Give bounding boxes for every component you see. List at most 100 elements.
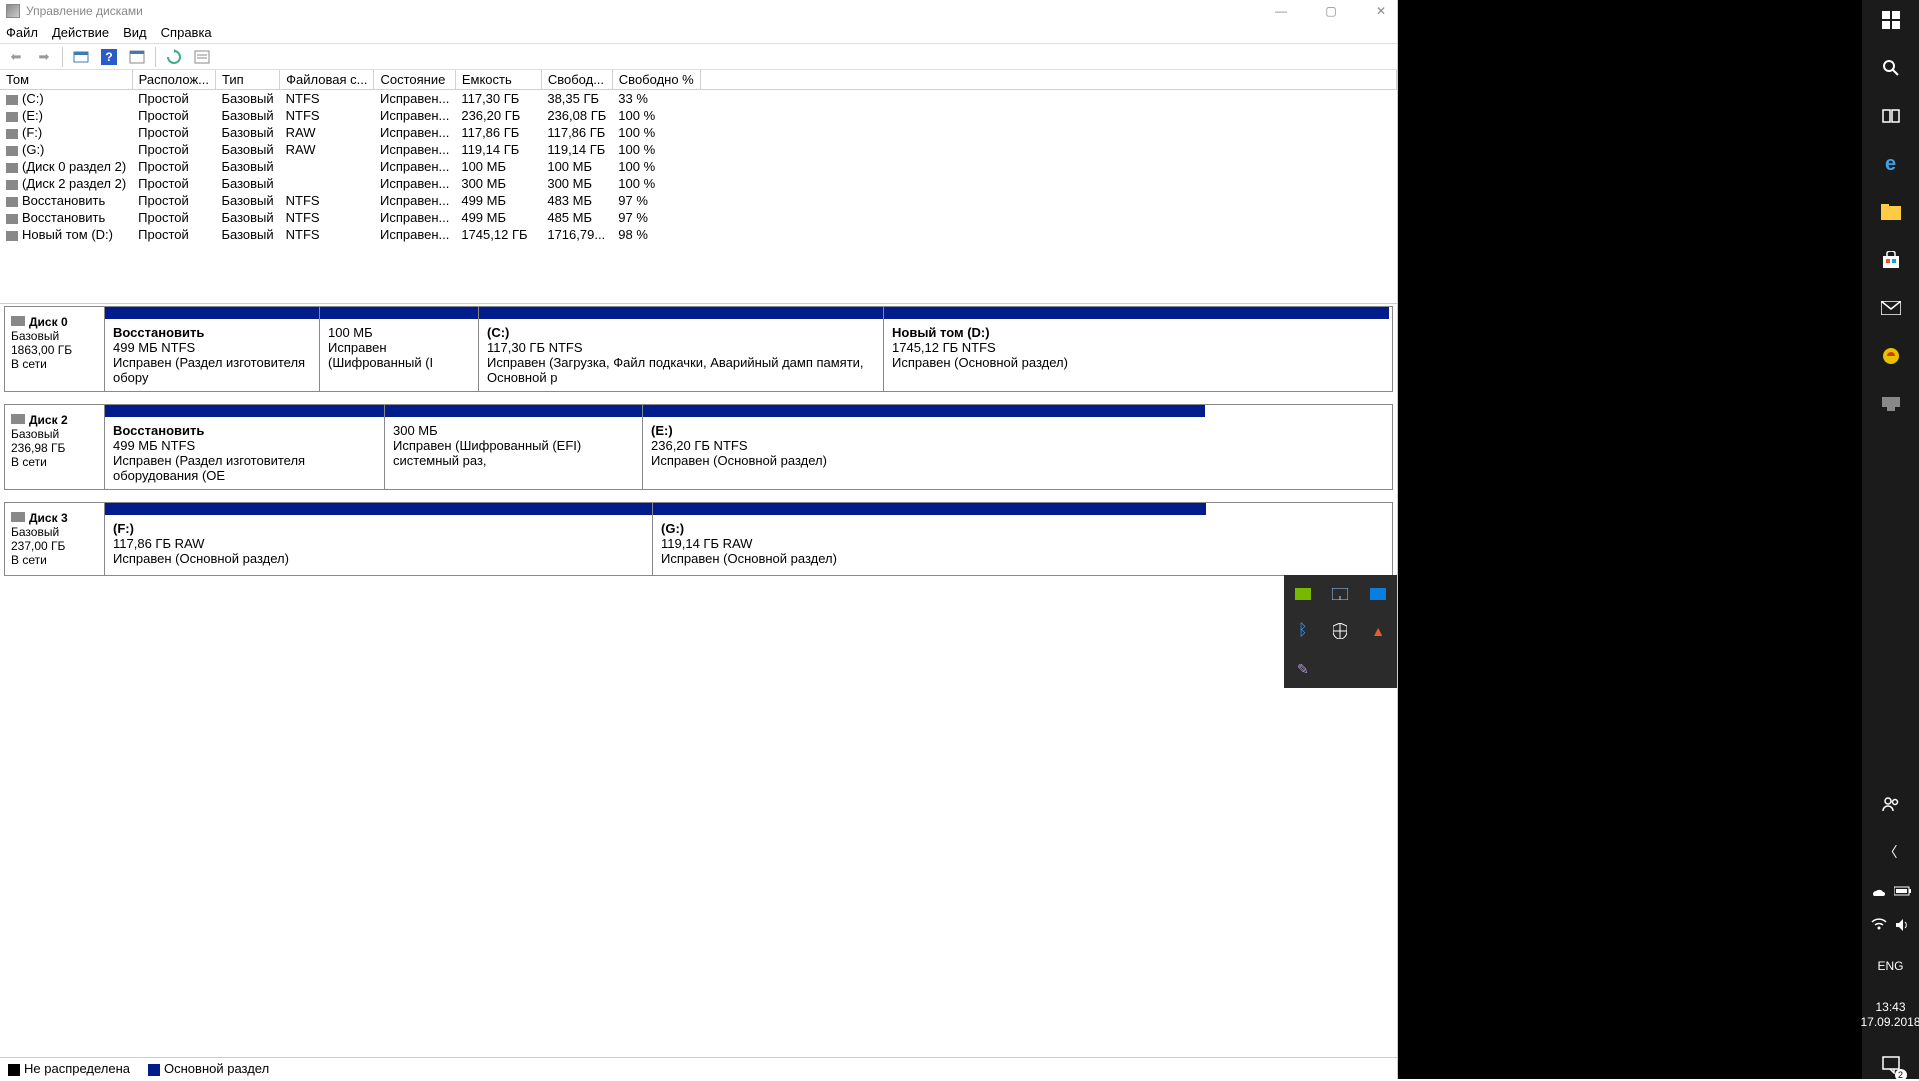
battery-icon[interactable] bbox=[1894, 886, 1912, 898]
partition-stripe bbox=[653, 503, 1206, 515]
partition[interactable]: Восстановить499 МБ NTFSИсправен (Раздел … bbox=[105, 307, 320, 391]
col-layout[interactable]: Располож... bbox=[132, 70, 215, 90]
window-controls: — ▢ ✕ bbox=[1271, 4, 1391, 18]
toolbar: ⬅ ➡ ? bbox=[0, 44, 1397, 70]
tray-row-2 bbox=[1871, 918, 1911, 932]
volume-icon[interactable] bbox=[1895, 918, 1911, 932]
table-row[interactable]: (F:)ПростойБазовыйRAWИсправен...117,86 Г… bbox=[0, 124, 1397, 141]
maximize-button[interactable]: ▢ bbox=[1321, 4, 1341, 18]
col-volume[interactable]: Том bbox=[0, 70, 132, 90]
edge-icon[interactable]: e bbox=[1877, 150, 1905, 178]
tray-touchpad-icon[interactable] bbox=[1322, 575, 1360, 613]
onedrive-icon[interactable] bbox=[1870, 886, 1886, 898]
file-explorer-icon[interactable] bbox=[1877, 198, 1905, 226]
notification-center-icon[interactable]: 2 bbox=[1877, 1051, 1905, 1079]
legend-unallocated: Не распределена bbox=[8, 1061, 130, 1076]
col-status[interactable]: Состояние bbox=[374, 70, 455, 90]
table-row[interactable]: (C:)ПростойБазовыйNTFSИсправен...117,30 … bbox=[0, 90, 1397, 108]
col-freepct[interactable]: Свободно % bbox=[612, 70, 700, 90]
partition[interactable]: (F:)117,86 ГБ RAWИсправен (Основной разд… bbox=[105, 503, 653, 575]
legend-primary: Основной раздел bbox=[148, 1061, 269, 1076]
separator bbox=[155, 47, 156, 67]
titlebar[interactable]: Управление дисками — ▢ ✕ bbox=[0, 0, 1397, 22]
tray-expand-icon[interactable]: 〈 bbox=[1877, 838, 1905, 866]
partition[interactable]: (C:)117,30 ГБ NTFSИсправен (Загрузка, Фа… bbox=[479, 307, 884, 391]
search-icon[interactable] bbox=[1877, 54, 1905, 82]
table-row[interactable]: ВосстановитьПростойБазовыйNTFSИсправен..… bbox=[0, 209, 1397, 226]
tray-intel-graphics-icon[interactable] bbox=[1359, 575, 1397, 613]
disk-row[interactable]: Диск 3Базовый237,00 ГБВ сети(F:)117,86 Г… bbox=[4, 502, 1393, 576]
disk-label[interactable]: Диск 3Базовый237,00 ГБВ сети bbox=[5, 503, 105, 575]
tray-defender-icon[interactable] bbox=[1322, 613, 1360, 651]
col-free[interactable]: Свобод... bbox=[541, 70, 612, 90]
app-pinned-icon[interactable] bbox=[1877, 342, 1905, 370]
disk-icon bbox=[11, 512, 25, 522]
menu-view[interactable]: Вид bbox=[123, 25, 147, 40]
properties-icon[interactable] bbox=[127, 47, 147, 67]
show-hide-console-icon[interactable] bbox=[71, 47, 91, 67]
table-row[interactable]: ВосстановитьПростойБазовыйNTFSИсправен..… bbox=[0, 192, 1397, 209]
volume-icon bbox=[6, 214, 18, 224]
menu-file[interactable]: Файл bbox=[6, 25, 38, 40]
store-icon[interactable] bbox=[1877, 246, 1905, 274]
tray-eject-icon[interactable]: ▲ bbox=[1359, 613, 1397, 651]
volume-icon bbox=[6, 129, 18, 139]
menu-action[interactable]: Действие bbox=[52, 25, 109, 40]
tray-bluetooth-icon[interactable]: ᛒ bbox=[1284, 613, 1322, 651]
volume-table[interactable]: Том Располож... Тип Файловая с... Состоя… bbox=[0, 70, 1397, 243]
volume-icon bbox=[6, 197, 18, 207]
partition-stripe bbox=[884, 307, 1389, 319]
partition-stripe bbox=[105, 307, 319, 319]
disk-management-window: Управление дисками — ▢ ✕ Файл Действие В… bbox=[0, 0, 1398, 1079]
clock[interactable]: 13:43 17.09.2018 bbox=[1860, 1000, 1919, 1031]
date: 17.09.2018 bbox=[1860, 1015, 1919, 1031]
minimize-button[interactable]: — bbox=[1271, 4, 1291, 18]
tray-row-1 bbox=[1870, 886, 1912, 898]
partition-stripe bbox=[320, 307, 478, 319]
disk-management-taskbar-icon[interactable] bbox=[1877, 390, 1905, 418]
disk-row[interactable]: Диск 0Базовый1863,00 ГБВ сетиВосстановит… bbox=[4, 306, 1393, 392]
back-button[interactable]: ⬅ bbox=[6, 47, 26, 67]
table-row[interactable]: (G:)ПростойБазовыйRAWИсправен...119,14 Г… bbox=[0, 141, 1397, 158]
tray-nvidia-icon[interactable] bbox=[1284, 575, 1322, 613]
tray-overflow-popup[interactable]: ᛒ ▲ ✎ bbox=[1284, 575, 1397, 688]
partition-stripe bbox=[385, 405, 642, 417]
partition-stripe bbox=[643, 405, 1205, 417]
separator bbox=[62, 47, 63, 67]
forward-button[interactable]: ➡ bbox=[34, 47, 54, 67]
legend: Не распределена Основной раздел bbox=[0, 1057, 1397, 1079]
taskbar: e 〈 ENG 13:43 17.09.2018 2 bbox=[1862, 0, 1919, 1079]
disk-icon bbox=[11, 414, 25, 424]
table-row[interactable]: (Диск 0 раздел 2)ПростойБазовыйИсправен.… bbox=[0, 158, 1397, 175]
table-header-row[interactable]: Том Располож... Тип Файловая с... Состоя… bbox=[0, 70, 1397, 90]
partition[interactable]: (E:)236,20 ГБ NTFSИсправен (Основной раз… bbox=[643, 405, 1205, 489]
table-row[interactable]: Новый том (D:)ПростойБазовыйNTFSИсправен… bbox=[0, 226, 1397, 243]
disk-label[interactable]: Диск 2Базовый236,98 ГБВ сети bbox=[5, 405, 105, 489]
refresh-icon[interactable] bbox=[164, 47, 184, 67]
help-icon[interactable]: ? bbox=[99, 47, 119, 67]
partition[interactable]: Восстановить499 МБ NTFSИсправен (Раздел … bbox=[105, 405, 385, 489]
notification-badge: 2 bbox=[1895, 1069, 1907, 1081]
partition[interactable]: (G:)119,14 ГБ RAWИсправен (Основной разд… bbox=[653, 503, 1206, 575]
close-button[interactable]: ✕ bbox=[1371, 4, 1391, 18]
action-list-icon[interactable] bbox=[192, 47, 212, 67]
mail-icon[interactable] bbox=[1877, 294, 1905, 322]
people-icon[interactable] bbox=[1877, 790, 1905, 818]
partition[interactable]: Новый том (D:)1745,12 ГБ NTFSИсправен (О… bbox=[884, 307, 1389, 391]
language-indicator[interactable]: ENG bbox=[1877, 952, 1905, 980]
col-capacity[interactable]: Емкость bbox=[455, 70, 541, 90]
partition[interactable]: 100 МБИсправен (Шифрованный (I bbox=[320, 307, 479, 391]
table-row[interactable]: (E:)ПростойБазовыйNTFSИсправен...236,20 … bbox=[0, 107, 1397, 124]
tray-pen-icon[interactable]: ✎ bbox=[1284, 650, 1322, 688]
partition[interactable]: 300 МБИсправен (Шифрованный (EFI) систем… bbox=[385, 405, 643, 489]
wifi-icon[interactable] bbox=[1871, 918, 1887, 932]
menu-help[interactable]: Справка bbox=[161, 25, 212, 40]
disk-row[interactable]: Диск 2Базовый236,98 ГБВ сетиВосстановить… bbox=[4, 404, 1393, 490]
start-button[interactable] bbox=[1877, 6, 1905, 34]
volume-icon bbox=[6, 95, 18, 105]
col-fs[interactable]: Файловая с... bbox=[280, 70, 374, 90]
disk-label[interactable]: Диск 0Базовый1863,00 ГБВ сети bbox=[5, 307, 105, 391]
task-view-icon[interactable] bbox=[1877, 102, 1905, 130]
table-row[interactable]: (Диск 2 раздел 2)ПростойБазовыйИсправен.… bbox=[0, 175, 1397, 192]
col-type[interactable]: Тип bbox=[215, 70, 279, 90]
